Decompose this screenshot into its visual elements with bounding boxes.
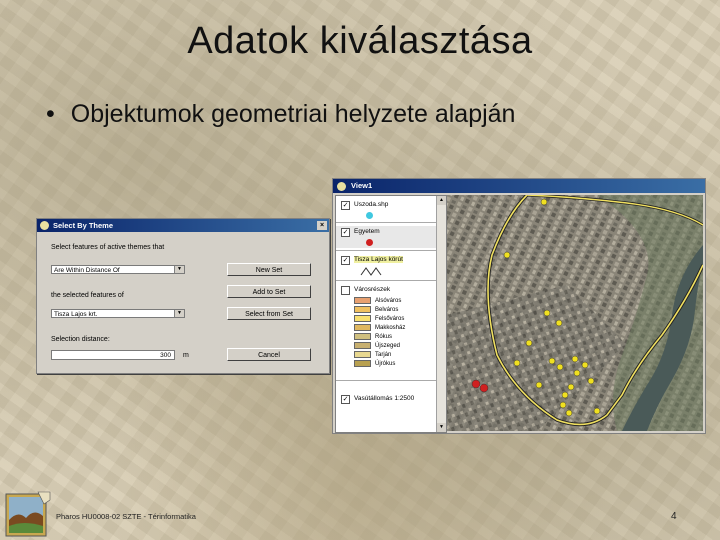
distance-unit: m xyxy=(183,352,189,359)
legend-swatch xyxy=(354,315,371,322)
chevron-down-icon[interactable]: ▼ xyxy=(174,310,184,317)
new-set-button[interactable]: New Set xyxy=(227,263,311,276)
slide-title: Adatok kiválasztása xyxy=(187,20,533,62)
theme-checkbox[interactable] xyxy=(341,286,350,295)
legend-label: Tarján xyxy=(375,352,392,359)
legend-item: Felsőváros xyxy=(354,315,404,322)
select-by-theme-dialog: Select By Theme × Select features of act… xyxy=(36,218,330,374)
legend-label: Újszeged xyxy=(375,343,401,350)
divider xyxy=(336,222,436,223)
legend-swatch xyxy=(354,351,371,358)
select-from-set-button[interactable]: Select from Set xyxy=(227,307,311,320)
footer-text: Pharos HU0008-02 SZTE - Térinformatika xyxy=(56,512,196,521)
selected-features-label: the selected features of xyxy=(51,292,124,299)
cancel-button[interactable]: Cancel xyxy=(227,348,311,361)
legend-swatch xyxy=(354,297,371,304)
legend-item: Újszeged xyxy=(354,342,400,349)
scroll-up-icon[interactable]: ▲ xyxy=(437,196,446,205)
legend-label: Alsóváros xyxy=(375,298,402,305)
theme-name: Tisza Lajos körút xyxy=(354,256,403,263)
legend-label: Makkosház xyxy=(375,325,406,332)
divider xyxy=(336,250,436,251)
legend-item: Belváros xyxy=(354,306,398,313)
legend-swatch xyxy=(354,360,371,367)
point-symbol-icon xyxy=(366,212,373,219)
toc-scrollbar[interactable]: ▲ ▼ xyxy=(436,196,446,432)
theme-name: Egyetem xyxy=(354,228,380,235)
dialog-titlebar: Select By Theme × xyxy=(37,219,329,232)
chevron-down-icon[interactable]: ▼ xyxy=(174,266,184,273)
app-globe-icon xyxy=(337,182,346,191)
theme-egyetem[interactable]: ✓ Egyetem xyxy=(336,226,436,248)
theme-name: Vasútállomás 1:2500 xyxy=(354,395,415,402)
relation-select[interactable]: Are Within Distance Of ▼ xyxy=(51,265,185,274)
line-symbol-icon xyxy=(360,267,382,276)
legend-item: Tarján xyxy=(354,351,391,358)
university-logo xyxy=(5,491,51,537)
legend-swatch xyxy=(354,342,371,349)
bullet-item: • Objektumok geometriai helyzete alapján xyxy=(46,100,515,129)
theme-checkbox[interactable]: ✓ xyxy=(341,256,350,265)
scroll-down-icon[interactable]: ▼ xyxy=(437,423,446,432)
view-title: View1 xyxy=(351,181,373,190)
app-globe-icon xyxy=(40,221,49,230)
legend-label: Újrókus xyxy=(375,361,396,368)
bullet-symbol: • xyxy=(46,100,55,128)
map-canvas[interactable] xyxy=(447,195,703,431)
theme-vasutallomas[interactable]: ✓ Vasútállomás 1:2500 xyxy=(336,394,436,406)
point-symbol-icon xyxy=(366,239,373,246)
page-number: 4 xyxy=(671,511,677,522)
theme-name: Uszoda.shp xyxy=(354,201,389,208)
legend-swatch xyxy=(354,324,371,331)
legend-label: Felsőváros xyxy=(375,316,405,323)
legend-item: Újrókus xyxy=(354,360,395,367)
theme-uszoda[interactable]: ✓ Uszoda.shp xyxy=(336,200,436,220)
divider xyxy=(336,280,436,281)
aerial-map[interactable] xyxy=(447,195,703,431)
theme-tisza-lajos[interactable]: ✓ Tisza Lajos körút xyxy=(336,254,436,278)
select-features-label: Select features of active themes that xyxy=(51,244,165,251)
add-to-set-button[interactable]: Add to Set xyxy=(227,285,311,298)
legend-item: Makkosház xyxy=(354,324,405,331)
theme-varosreszek[interactable]: Városrészek Alsóváros Belváros Felsőváro… xyxy=(336,284,436,376)
legend-item: Rókus xyxy=(354,333,392,340)
theme-select-value: Tisza Lajos krt. xyxy=(54,311,98,318)
theme-select[interactable]: Tisza Lajos krt. ▼ xyxy=(51,309,185,318)
view-titlebar: View1 xyxy=(333,179,705,193)
divider xyxy=(336,380,436,381)
legend-swatch xyxy=(354,333,371,340)
theme-checkbox[interactable]: ✓ xyxy=(341,395,350,404)
dialog-title: Select By Theme xyxy=(53,221,114,230)
close-icon[interactable]: × xyxy=(317,221,327,230)
view-window: View1 ✓ Uszoda.shp ✓ Egyetem ✓ Tisza Laj… xyxy=(332,178,706,434)
legend-label: Belváros xyxy=(375,307,399,314)
table-of-contents: ✓ Uszoda.shp ✓ Egyetem ✓ Tisza Lajos kör… xyxy=(335,195,447,433)
selection-distance-label: Selection distance: xyxy=(51,336,110,343)
theme-checkbox[interactable]: ✓ xyxy=(341,201,350,210)
theme-checkbox[interactable]: ✓ xyxy=(341,228,350,237)
bullet-text: Objektumok geometriai helyzete alapján xyxy=(70,100,516,128)
distance-input[interactable]: 300 xyxy=(51,350,175,360)
legend-label: Rókus xyxy=(375,334,393,341)
legend-swatch xyxy=(354,306,371,313)
legend-item: Alsóváros xyxy=(354,297,401,304)
theme-name: Városrészek xyxy=(354,286,391,293)
relation-select-value: Are Within Distance Of xyxy=(54,267,120,274)
